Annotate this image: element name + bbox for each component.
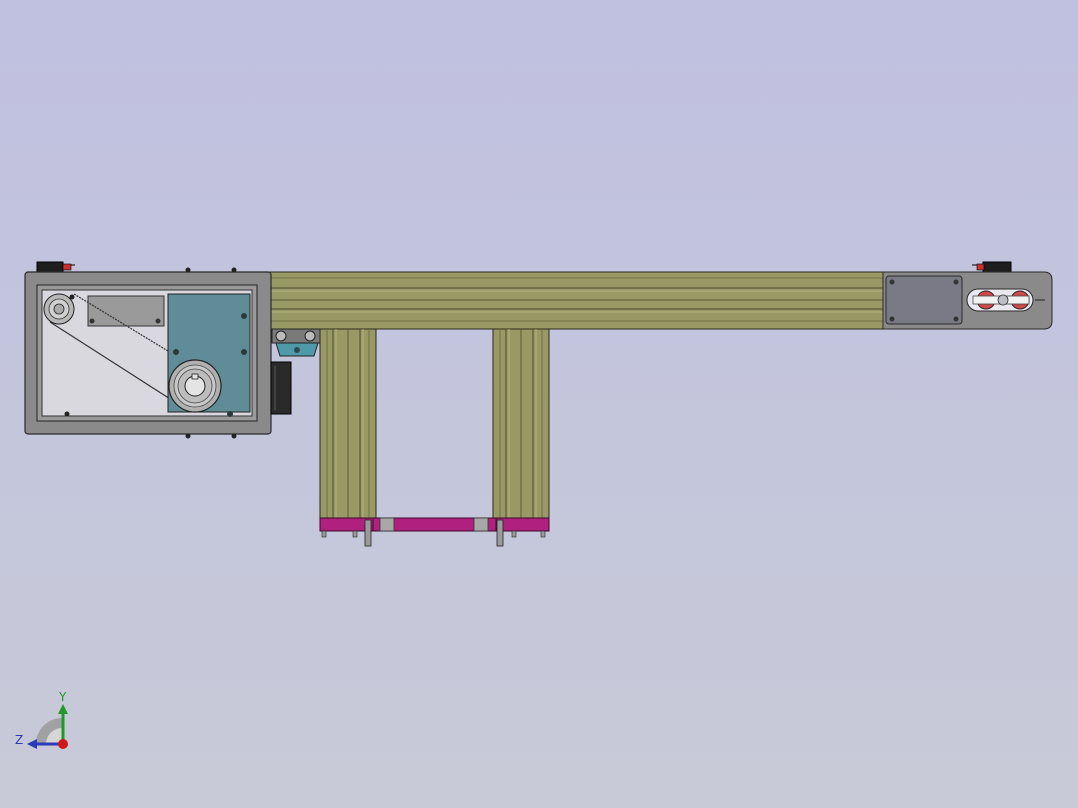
support-leg-left[interactable]: [319, 328, 377, 520]
sensor-right[interactable]: [972, 261, 1012, 273]
graphics-viewport[interactable]: Y Z: [0, 0, 1078, 808]
motor-mount[interactable]: [270, 328, 321, 415]
main-rail[interactable]: [269, 271, 887, 330]
y-axis-label: Y: [58, 690, 67, 704]
end-plate-right[interactable]: [882, 271, 1053, 330]
orientation-triad: Y Z: [15, 690, 68, 749]
x-axis-dot: [58, 739, 68, 749]
motor-block[interactable]: [270, 361, 292, 415]
drive-housing[interactable]: [24, 267, 272, 439]
base-foot[interactable]: [319, 517, 550, 547]
sensor-left[interactable]: [36, 261, 75, 273]
support-leg-right[interactable]: [492, 328, 550, 520]
conveyor-model[interactable]: [24, 261, 1053, 547]
z-axis-label: Z: [15, 733, 23, 747]
